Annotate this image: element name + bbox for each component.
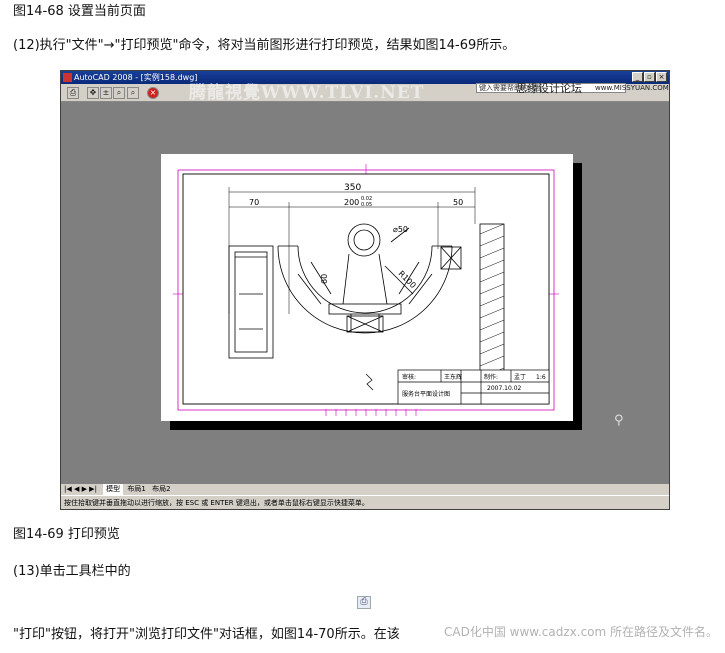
zoom-realtime-icon[interactable]: ± [100,87,112,99]
maker-label: 制作: [484,373,498,381]
floor-plan-drawing: 350 70 200 0.02 0.05 50 ⌀50 R100 60 审核: … [173,164,559,416]
column-circle [328,223,414,315]
tab-layout1[interactable]: 布局1 [127,484,145,495]
site-watermark: 腾龍視覺WWW.TLVI.NET [189,83,425,103]
layout-tabs: |◀ ◀ ▶ ▶| 模型 布局1 布局2 [61,484,669,495]
maker-name: 孟丁 [514,373,526,381]
dim-diameter-label: ⌀50 [393,225,408,234]
zoom-window-icon[interactable]: ⌕ [113,87,125,99]
close-button[interactable]: × [656,72,667,82]
drawing-date: 2007.10.02 [487,385,522,392]
dim-mid-label: 200 [344,198,359,207]
restore-button[interactable]: ▫ [644,72,655,82]
figure-68-caption: 图14-68 设置当前页面 [13,4,146,19]
autocad-logo-icon [63,73,72,82]
step-12-text: (12)执行"文件"→"打印预览"命令，将对当前图形进行打印预览，结果如图14-… [13,38,516,53]
close-preview-icon[interactable]: × [147,87,159,99]
bottom-watermark: CAD化中国 www.cadzx.com 所在路径及文件名。 [444,625,719,639]
tab-nav-buttons[interactable]: |◀ ◀ ▶ ▶| [64,484,97,495]
figure-69-caption: 图14-69 打印预览 [13,527,120,542]
zoom-cursor-icon: ⚲ [614,413,624,428]
forum-site-watermark: www.MISSYUAN.COM [595,84,669,92]
pan-icon[interactable]: ✥ [87,87,99,99]
print-icon[interactable]: ⎙ [67,87,79,99]
minimize-button[interactable]: _ [632,72,643,82]
right-wall [479,223,505,387]
preview-paper: 350 70 200 0.02 0.05 50 ⌀50 R100 60 审核: … [161,154,573,421]
dim-right-label: 50 [453,198,463,207]
break-line [365,373,374,391]
review-label: 审核: [402,373,416,381]
step-13-continuation: "打印"按钮，将打开"浏览打印文件"对话框，如图14-70所示。在该 [13,627,400,642]
tab-layout2[interactable]: 布局2 [152,484,170,495]
reviewer-name: 王东辉 [444,373,462,381]
dim-height-label: 60 [320,274,329,284]
drawing-name: 服务台平面设计图 [402,390,450,398]
dim-total-label: 350 [344,183,361,193]
status-bar: 按住拾取键并垂直拖动以进行缩放，按 ESC 或 ENTER 键退出，或者单击鼠标… [61,495,669,509]
scale-value: 1:6 [536,374,546,381]
window-title: AutoCAD 2008 - [实例158.dwg] [74,73,198,82]
print-button-icon: ⎙ [357,596,371,609]
autocad-print-preview-window: AutoCAD 2008 - [实例158.dwg] _ ▫ × ⎙ ✥ ± ⌕… [60,70,670,510]
forum-watermark: 思缘设计论坛 [516,82,582,95]
dim-radius-label: R100 [397,269,418,290]
window-controls: _ ▫ × [632,72,667,82]
service-counter [277,245,462,334]
title-block [397,369,550,405]
step-13-text: (13)单击工具栏中的 [13,564,131,579]
left-cabinet [228,245,274,359]
zoom-original-icon[interactable]: ⌕ [127,87,139,99]
dim-mid-tol-lower: 0.05 [361,202,372,208]
dim-left-label: 70 [249,198,259,207]
tab-model[interactable]: 模型 [103,484,124,495]
